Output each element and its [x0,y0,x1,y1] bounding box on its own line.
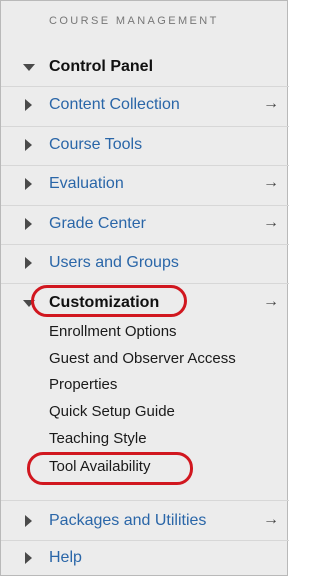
expand-triangle-icon[interactable] [25,139,32,151]
right-arrow-icon[interactable]: → [263,293,279,311]
expand-triangle-icon[interactable] [25,257,32,269]
expand-triangle-icon[interactable] [25,178,32,190]
menu-item-help[interactable]: Help [1,540,289,577]
right-arrow-icon[interactable]: → [263,214,279,232]
submenu-item-quick-setup-guide[interactable]: Quick Setup Guide [49,403,175,420]
expand-triangle-icon[interactable] [25,552,32,564]
menu-item-evaluation[interactable]: Evaluation → [1,166,289,203]
expand-triangle-icon[interactable] [25,218,32,230]
right-arrow-icon[interactable]: → [263,95,279,113]
expand-triangle-icon[interactable] [25,515,32,527]
menu-item-content-collection[interactable]: Content Collection → [1,87,289,124]
submenu-item-guest-and-observer-access[interactable]: Guest and Observer Access [49,350,236,367]
divider [1,283,289,284]
submenu-item-properties[interactable]: Properties [49,376,117,393]
menu-item-packages-and-utilities[interactable]: Packages and Utilities → [1,503,289,540]
highlight-oval [31,285,187,317]
submenu-item-enrollment-options[interactable]: Enrollment Options [49,323,177,340]
collapse-triangle-icon[interactable] [23,64,35,71]
expand-triangle-icon[interactable] [25,99,32,111]
menu-item-course-tools[interactable]: Course Tools [1,127,289,164]
right-arrow-icon[interactable]: → [263,511,279,529]
menu-item-users-and-groups[interactable]: Users and Groups [1,245,289,282]
right-arrow-icon[interactable]: → [263,174,279,192]
divider [1,500,289,501]
menu-item-grade-center[interactable]: Grade Center → [1,206,289,243]
section-header: COURSE MANAGEMENT [49,15,219,27]
menu-item-label[interactable]: Grade Center [49,215,146,233]
control-panel-row[interactable]: Control Panel [1,49,289,86]
menu-item-label[interactable]: Evaluation [49,175,124,193]
course-management-panel: COURSE MANAGEMENT Control Panel Content … [0,0,289,577]
highlight-oval [27,452,193,485]
control-panel-label: Control Panel [49,58,154,75]
menu-item-label[interactable]: Content Collection [49,96,180,114]
menu-item-label[interactable]: Course Tools [49,136,142,154]
menu-item-label[interactable]: Help [49,549,82,567]
submenu-item-teaching-style[interactable]: Teaching Style [49,430,147,447]
menu-item-label[interactable]: Users and Groups [49,254,179,272]
menu-item-label[interactable]: Packages and Utilities [49,512,206,530]
